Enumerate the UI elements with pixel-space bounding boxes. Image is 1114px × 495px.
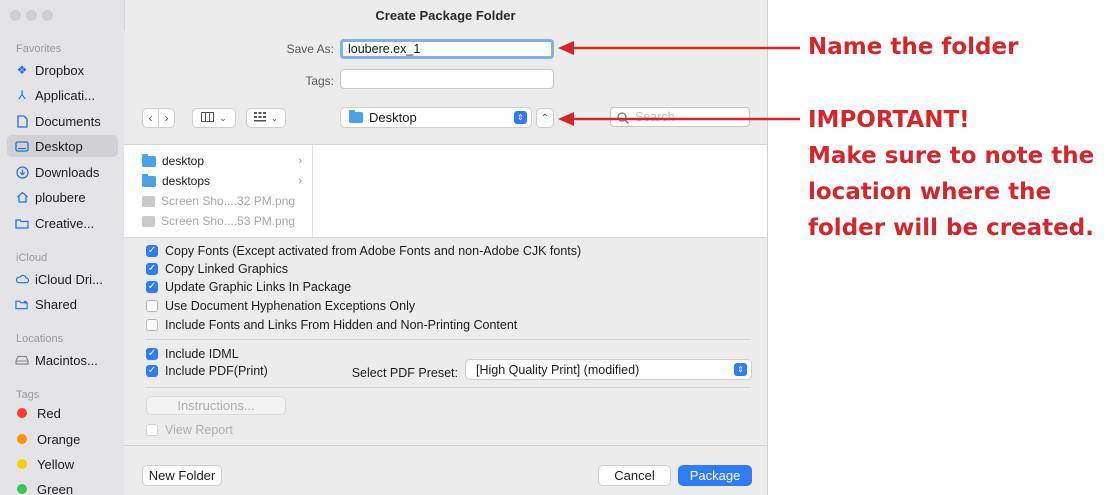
annotation-line: Make sure to note the [808, 143, 1095, 169]
annotation-line: location where the [808, 179, 1052, 205]
annotation-arrows [558, 41, 800, 126]
annotation-line: IMPORTANT! [808, 107, 970, 133]
arrow-to-location [558, 112, 800, 126]
arrow-to-save-as [558, 41, 800, 55]
annotation-location-note: IMPORTANT! Make sure to note the locatio… [808, 102, 1094, 246]
annotation-name-folder: Name the folder [808, 34, 1019, 60]
annotation-line: folder will be created. [808, 215, 1094, 241]
